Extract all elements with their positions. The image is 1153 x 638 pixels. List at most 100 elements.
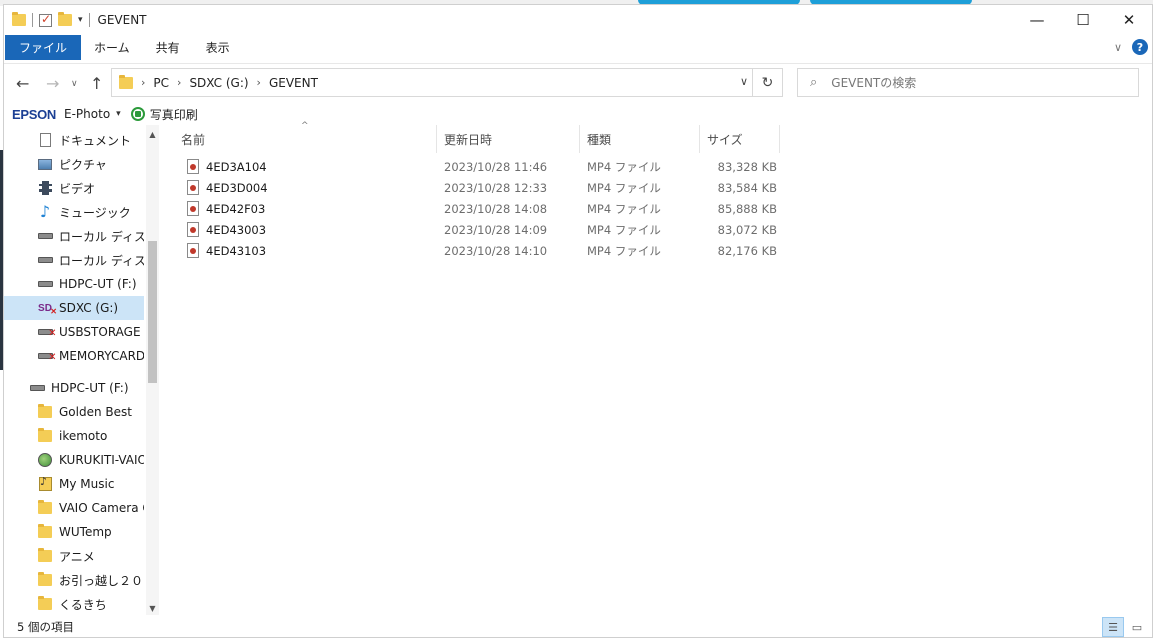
sidebar-item-label: VAIO Camera Ca — [59, 501, 144, 515]
column-header-date[interactable]: 更新日時 — [437, 125, 580, 153]
sidebar-item-hdpc-ut[interactable]: HDPC-UT (F:) — [4, 272, 144, 296]
explorer-window: ▾ GEVENT — ☐ ✕ ファイル ホーム 共有 表示 ∨ ? ← → ∨ … — [3, 4, 1153, 638]
new-folder-icon[interactable] — [58, 12, 72, 26]
music-icon: ♪ — [39, 202, 51, 221]
sidebar-item-local-disk-d[interactable]: ローカル ディスク (D — [4, 248, 144, 272]
back-icon[interactable]: ← — [16, 74, 29, 93]
scroll-down-icon[interactable]: ▼ — [146, 601, 159, 615]
toolbar-divider — [88, 13, 90, 27]
table-row[interactable]: 4ED3A104 2023/10/28 11:46 MP4 ファイル 83,32… — [174, 156, 778, 177]
large-icons-view-button[interactable]: ▭ — [1126, 617, 1148, 637]
chevron-right-icon[interactable]: › — [177, 76, 181, 89]
details-view-button[interactable]: ☰ — [1102, 617, 1124, 637]
sidebar-item-videos[interactable]: ビデオ — [4, 176, 144, 200]
minimize-button[interactable]: — — [1014, 5, 1060, 35]
forward-icon[interactable]: → — [46, 74, 59, 93]
photo-print-button[interactable]: 写真印刷 — [150, 106, 198, 123]
sidebar-item-pictures[interactable]: ピクチャ — [4, 152, 144, 176]
navigation-pane: ドキュメント ピクチャ ビデオ ♪ ミュージック ローカル ディスク (C ローカ… — [4, 125, 159, 615]
file-date: 2023/10/28 12:33 — [444, 180, 548, 195]
search-input[interactable] — [831, 75, 1112, 90]
ephoto-button[interactable]: E-Photo — [64, 107, 110, 121]
sidebar-item-label: ミュージック — [59, 205, 131, 220]
column-header-type[interactable]: 種類 — [580, 125, 700, 153]
table-row[interactable]: 4ED3D004 2023/10/28 12:33 MP4 ファイル 83,58… — [174, 177, 778, 198]
breadcrumb-sdxc[interactable]: SDXC (G:) — [189, 76, 248, 90]
sidebar-item-hdpc-ut-root[interactable]: HDPC-UT (F:) — [4, 376, 144, 400]
sidebar-item-memorycard[interactable]: MEMORYCARD ( — [4, 344, 144, 368]
recent-locations-icon[interactable]: ∨ — [71, 79, 78, 89]
picture-icon — [37, 156, 53, 172]
chevron-right-icon[interactable]: › — [257, 76, 261, 89]
table-row[interactable]: 4ED43003 2023/10/28 14:09 MP4 ファイル 83,07… — [174, 219, 778, 240]
sidebar-item-sdxc[interactable]: SDSDXC (G:) — [4, 296, 144, 320]
customize-toolbar-dropdown-icon[interactable]: ▾ — [78, 15, 83, 25]
properties-icon[interactable] — [39, 12, 52, 27]
sidebar-item-kurukichi[interactable]: くるきち — [4, 592, 144, 615]
ephoto-dropdown-icon[interactable]: ▾ — [116, 109, 121, 119]
sidebar-item-vaio-camera[interactable]: VAIO Camera Ca — [4, 496, 144, 520]
navigation-pane-scrollbar[interactable]: ▲ ▼ — [146, 125, 159, 615]
file-name-cell[interactable]: 4ED43003 — [187, 219, 266, 240]
folder-icon — [37, 500, 53, 516]
tab-view[interactable]: 表示 — [193, 35, 243, 60]
column-header-name[interactable]: 名前 — [174, 125, 437, 153]
scroll-up-icon[interactable]: ▲ — [146, 127, 159, 141]
sidebar-item-my-music[interactable]: My Music — [4, 472, 144, 496]
address-dropdown-icon[interactable]: ∨ — [740, 75, 748, 88]
sidebar-item-golden-best[interactable]: Golden Best — [4, 400, 144, 424]
sidebar-item-label: ドキュメント — [59, 133, 132, 148]
sidebar-item-label: くるきち — [59, 597, 107, 612]
drive-icon — [37, 276, 53, 292]
sidebar-item-wutemp[interactable]: WUTemp — [4, 520, 144, 544]
sidebar-item-music[interactable]: ♪ ミュージック — [4, 200, 144, 224]
breadcrumb-pc[interactable]: PC — [153, 76, 169, 90]
file-name: 4ED42F03 — [206, 201, 266, 216]
expand-ribbon-icon[interactable]: ∨ — [1114, 41, 1122, 54]
sidebar-item-documents[interactable]: ドキュメント — [4, 128, 144, 152]
file-size: 85,888 KB — [717, 201, 777, 216]
quick-access-toolbar: ▾ — [4, 12, 90, 27]
breadcrumb-gevent[interactable]: GEVENT — [269, 76, 318, 90]
search-box[interactable]: ⌕ — [797, 68, 1139, 97]
sidebar-item-label: WUTemp — [59, 525, 112, 539]
video-file-icon — [187, 201, 199, 216]
table-row[interactable]: 4ED43103 2023/10/28 14:10 MP4 ファイル 82,17… — [174, 240, 778, 261]
sidebar-item-label: HDPC-UT (F:) — [51, 381, 129, 395]
file-name-cell[interactable]: 4ED3A104 — [187, 156, 267, 177]
file-date: 2023/10/28 14:08 — [444, 201, 548, 216]
video-icon — [37, 180, 53, 196]
folder-icon — [37, 548, 53, 564]
file-name-cell[interactable]: 4ED3D004 — [187, 177, 268, 198]
file-name: 4ED43103 — [206, 243, 267, 258]
file-type: MP4 ファイル — [587, 201, 661, 216]
sidebar-item-local-disk-c[interactable]: ローカル ディスク (C — [4, 224, 144, 248]
file-name-cell[interactable]: 4ED43103 — [187, 240, 266, 261]
tab-file[interactable]: ファイル — [5, 35, 82, 60]
scrollbar-thumb[interactable] — [148, 241, 157, 383]
column-header-size[interactable]: サイズ — [700, 125, 780, 153]
table-row[interactable]: 4ED42F03 2023/10/28 14:08 MP4 ファイル 85,88… — [174, 198, 778, 219]
sidebar-item-usbstorage[interactable]: USBSTORAGE (¥ — [4, 320, 144, 344]
refresh-button[interactable]: ↻ — [752, 69, 782, 96]
file-name-cell[interactable]: 4ED42F03 — [187, 198, 265, 219]
ribbon-tabs: ファイル ホーム 共有 表示 ∨ ? — [4, 35, 1152, 60]
network-icon — [37, 452, 53, 468]
sidebar-item-kurukiti-vaio[interactable]: KURUKITI-VAIO — [4, 448, 144, 472]
up-icon[interactable]: ↑ — [90, 74, 103, 93]
maximize-button[interactable]: ☐ — [1060, 5, 1106, 35]
tab-share[interactable]: 共有 — [143, 35, 193, 60]
window-title: GEVENT — [97, 13, 147, 27]
help-icon[interactable]: ? — [1132, 39, 1148, 55]
sidebar-item-anime[interactable]: アニメ — [4, 544, 144, 568]
address-bar[interactable]: › PC › SDXC (G:) › GEVENT ∨ ↻ — [111, 68, 783, 97]
tab-home[interactable]: ホーム — [81, 35, 143, 60]
close-button[interactable]: ✕ — [1106, 5, 1152, 35]
sidebar-item-moving[interactable]: お引っ越し２０１ — [4, 568, 144, 592]
sidebar-item-label: アニメ — [59, 549, 95, 564]
file-size: 82,176 KB — [717, 243, 777, 258]
chevron-right-icon[interactable]: › — [141, 76, 145, 89]
photo-print-icon[interactable] — [130, 107, 145, 121]
sidebar-item-ikemoto[interactable]: ikemoto — [4, 424, 144, 448]
sidebar-item-label: KURUKITI-VAIO — [59, 453, 144, 467]
